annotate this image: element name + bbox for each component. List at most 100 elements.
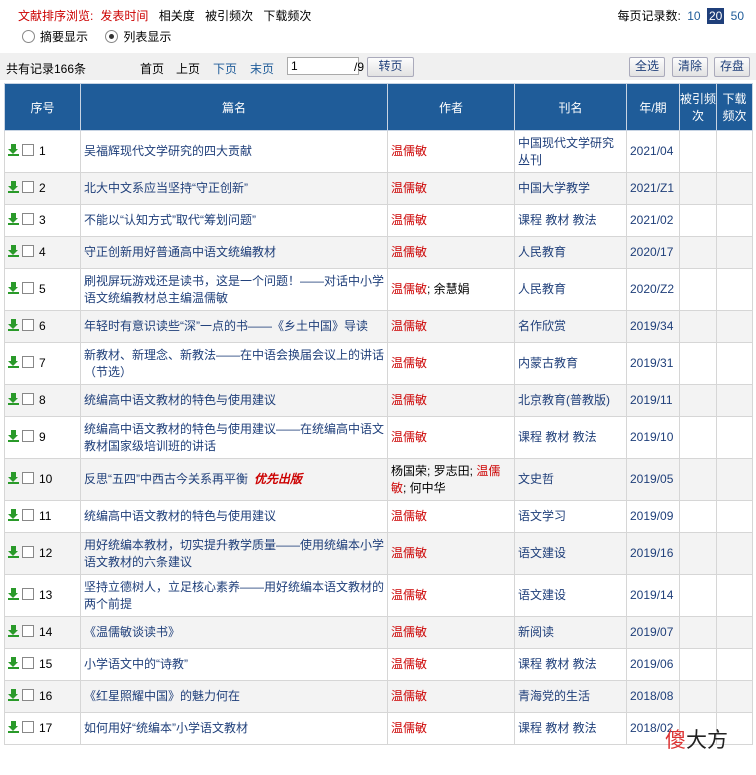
author-link[interactable]: 温儒敏 [391, 282, 427, 296]
abstract-radio[interactable] [22, 30, 35, 43]
journal-link[interactable]: 课程 教材 教法 [518, 721, 597, 735]
journal-link[interactable]: 人民教育 [518, 245, 566, 259]
journal-link[interactable]: 青海党的生活 [518, 689, 590, 703]
row-checkbox[interactable] [22, 689, 34, 701]
download-icon[interactable] [8, 546, 19, 558]
download-icon[interactable] [8, 282, 19, 294]
journal-link[interactable]: 人民教育 [518, 282, 566, 296]
article-title-link[interactable]: 《红星照耀中国》的魅力何在 [84, 689, 240, 703]
sort-by-downloads[interactable]: 下载频次 [263, 9, 311, 23]
article-title-link[interactable]: 反思“五四”中西古今关系再平衡 [84, 472, 248, 486]
article-title-link[interactable]: 新教材、新理念、新教法——在中语会换届会议上的讲话（节选） [84, 348, 384, 379]
prev-page-link[interactable]: 上页 [176, 60, 200, 77]
article-title-link[interactable]: 不能以“认知方式”取代“筹划问题” [84, 213, 256, 227]
download-icon[interactable] [8, 430, 19, 442]
goto-page-button[interactable]: 转页 [367, 57, 414, 77]
sort-by-relevance[interactable]: 相关度 [159, 9, 195, 23]
journal-link[interactable]: 语文建设 [518, 588, 566, 602]
row-checkbox[interactable] [22, 319, 34, 331]
next-page-link[interactable]: 下页 [213, 60, 237, 77]
row-checkbox[interactable] [22, 245, 34, 257]
author-link[interactable]: ; 何中华 [403, 481, 446, 495]
author-link[interactable]: 温儒敏 [391, 245, 427, 259]
article-title-link[interactable]: 用好统编本教材，切实提升教学质量——使用统编本小学语文教材的六条建议 [84, 538, 384, 569]
row-checkbox[interactable] [22, 430, 34, 442]
author-link[interactable]: 温儒敏 [391, 625, 427, 639]
article-title-link[interactable]: 小学语文中的“诗教” [84, 657, 188, 671]
journal-link[interactable]: 内蒙古教育 [518, 356, 578, 370]
author-link[interactable]: 温儒敏 [391, 213, 427, 227]
download-icon[interactable] [8, 356, 19, 368]
download-icon[interactable] [8, 245, 19, 257]
article-title-link[interactable]: 统编高中语文教材的特色与使用建议 [84, 393, 276, 407]
author-link[interactable]: 温儒敏 [391, 546, 427, 560]
author-link[interactable]: 温儒敏 [391, 393, 427, 407]
author-link[interactable]: 温儒敏 [391, 319, 427, 333]
author-link[interactable]: 温儒敏 [391, 721, 427, 735]
download-icon[interactable] [8, 393, 19, 405]
save-button[interactable]: 存盘 [714, 57, 750, 77]
journal-link[interactable]: 语文学习 [518, 509, 566, 523]
journal-link[interactable]: 中国现代文学研究丛刊 [518, 136, 614, 167]
journal-link[interactable]: 语文建设 [518, 546, 566, 560]
row-checkbox[interactable] [22, 282, 34, 294]
article-title-link[interactable]: 北大中文系应当坚持“守正创新” [84, 181, 248, 195]
article-title-link[interactable]: 坚持立德树人，立足核心素养——用好统编本语文教材的两个前提 [84, 580, 384, 611]
journal-link[interactable]: 新阅读 [518, 625, 554, 639]
download-icon[interactable] [8, 509, 19, 521]
author-link[interactable]: ; 余慧娟 [427, 282, 470, 296]
author-link[interactable]: 温儒敏 [391, 430, 427, 444]
first-page-link[interactable]: 首页 [140, 60, 164, 77]
article-title-link[interactable]: 年轻时有意识读些“深”一点的书——《乡土中国》导读 [84, 319, 368, 333]
page-number-input[interactable] [287, 57, 359, 75]
download-icon[interactable] [8, 625, 19, 637]
per-page-10[interactable]: 10 [687, 9, 700, 23]
journal-link[interactable]: 课程 教材 教法 [518, 657, 597, 671]
row-checkbox[interactable] [22, 588, 34, 600]
journal-link[interactable]: 中国大学教学 [518, 181, 590, 195]
row-checkbox[interactable] [22, 144, 34, 156]
article-title-link[interactable]: 守正创新用好普通高中语文统编教材 [84, 245, 276, 259]
download-icon[interactable] [8, 657, 19, 669]
author-link[interactable]: 温儒敏 [391, 356, 427, 370]
author-link[interactable]: 温儒敏 [391, 689, 427, 703]
download-icon[interactable] [8, 689, 19, 701]
row-checkbox[interactable] [22, 213, 34, 225]
sort-by-publish-time[interactable]: 发表时间 [100, 9, 148, 23]
article-title-link[interactable]: 如何用好“统编本”小学语文教材 [84, 721, 248, 735]
article-title-link[interactable]: 刷视屏玩游戏还是读书，这是一个问题！——对话中小学语文统编教材总主编温儒敏 [84, 274, 384, 305]
row-checkbox[interactable] [22, 625, 34, 637]
row-checkbox[interactable] [22, 393, 34, 405]
row-checkbox[interactable] [22, 509, 34, 521]
journal-link[interactable]: 文史哲 [518, 472, 554, 486]
journal-link[interactable]: 课程 教材 教法 [518, 213, 597, 227]
author-link[interactable]: 温儒敏 [391, 509, 427, 523]
author-link[interactable]: 温儒敏 [391, 144, 427, 158]
download-icon[interactable] [8, 588, 19, 600]
row-checkbox[interactable] [22, 546, 34, 558]
last-page-link[interactable]: 末页 [250, 60, 274, 77]
article-title-link[interactable]: 统编高中语文教材的特色与使用建议 [84, 509, 276, 523]
select-all-button[interactable]: 全选 [629, 57, 665, 77]
author-link[interactable]: 温儒敏 [391, 181, 427, 195]
row-checkbox[interactable] [22, 356, 34, 368]
author-link[interactable]: 杨国荣; 罗志田; [391, 464, 476, 478]
download-icon[interactable] [8, 144, 19, 156]
author-link[interactable]: 温儒敏 [391, 657, 427, 671]
per-page-20[interactable]: 20 [706, 8, 725, 24]
download-icon[interactable] [8, 721, 19, 733]
sort-by-citations[interactable]: 被引频次 [205, 9, 253, 23]
per-page-50[interactable]: 50 [731, 9, 744, 23]
download-icon[interactable] [8, 181, 19, 193]
journal-link[interactable]: 北京教育(普教版) [518, 393, 610, 407]
journal-link[interactable]: 名作欣赏 [518, 319, 566, 333]
download-icon[interactable] [8, 213, 19, 225]
list-radio[interactable] [105, 30, 119, 43]
article-title-link[interactable]: 统编高中语文教材的特色与使用建议——在统编高中语文教材国家级培训班的讲话 [84, 422, 384, 453]
download-icon[interactable] [8, 319, 19, 331]
download-icon[interactable] [8, 472, 19, 484]
article-title-link[interactable]: 吴福辉现代文学研究的四大贡献 [84, 144, 252, 158]
row-checkbox[interactable] [22, 181, 34, 193]
abstract-display-option[interactable]: 摘要显示 [22, 30, 88, 44]
row-checkbox[interactable] [22, 721, 34, 733]
